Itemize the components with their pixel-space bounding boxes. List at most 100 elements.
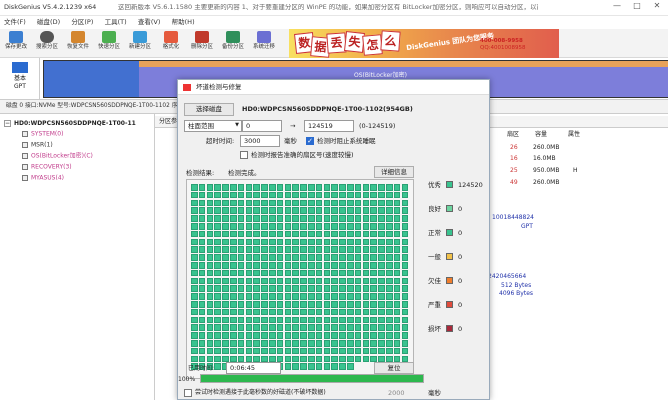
menu-help[interactable]: 帮助(H): [172, 19, 195, 26]
tree-item-system[interactable]: SYSTEM(0): [22, 131, 63, 138]
sector-cell: [198, 301, 206, 308]
legend-row: 严重 0: [428, 301, 486, 310]
sector-cell: [269, 223, 276, 230]
sector-cell: [378, 184, 385, 191]
tree-item-myasus[interactable]: MYASUS(4): [22, 175, 64, 182]
sector-cell: [292, 215, 299, 222]
sector-cell: [198, 230, 206, 238]
legend-name: 欠佳: [428, 277, 441, 285]
sector-cell: [222, 215, 229, 222]
sector-cell: [261, 324, 268, 331]
sector-cell: [237, 308, 245, 316]
sector-cell: [261, 301, 268, 308]
sector-cell: [308, 332, 315, 339]
toolbar-label: 系统迁移: [252, 44, 275, 50]
sector-cell: [276, 347, 284, 355]
report-sector-checkbox[interactable]: [240, 151, 248, 159]
system-migrate-button[interactable]: 系统迁移: [252, 30, 276, 57]
menu-disk[interactable]: 磁盘(D): [37, 19, 60, 26]
sector-cell: [370, 184, 377, 191]
partition-block-system[interactable]: [44, 61, 139, 97]
sector-cell: [261, 238, 268, 246]
dialog-app-icon: [183, 84, 191, 91]
range-type-select[interactable]: 柱面范围 ▼: [184, 120, 242, 132]
sector-cell: [245, 223, 253, 230]
sector-cell: [230, 223, 237, 230]
banner-char: 么: [380, 30, 401, 52]
sector-cell: [339, 324, 346, 331]
retry-unit: 毫秒: [428, 389, 441, 397]
sector-cell: [308, 301, 315, 308]
details-button[interactable]: 详细信息: [374, 166, 414, 178]
collapse-icon[interactable]: −: [4, 120, 11, 127]
reset-button[interactable]: 复位: [374, 362, 414, 374]
range-from-input[interactable]: 0: [242, 120, 282, 132]
sector-cell: [261, 269, 268, 277]
sector-cell: [253, 269, 260, 277]
detail-value: 2420465664: [488, 273, 527, 280]
sector-cell: [206, 285, 214, 292]
cell-capacity: 260.0MB: [533, 144, 560, 151]
sector-cell: [253, 285, 260, 292]
sector-cell: [269, 301, 276, 308]
tree-item-os[interactable]: OS(BitLocker加密)(C): [22, 153, 93, 160]
update-notice[interactable]: 这回新版本 V5.6.1.1580 主要更新的内容 1、对于要重建分区的 Win…: [118, 4, 538, 11]
sector-cell: [292, 340, 299, 347]
backup-partition-button[interactable]: 备份分区: [221, 30, 245, 57]
sector-cell: [347, 347, 354, 355]
sector-cell: [308, 207, 315, 214]
sector-cell: [276, 238, 284, 246]
sector-cell: [378, 285, 385, 292]
sector-cell: [284, 316, 292, 324]
sector-cell: [362, 316, 370, 324]
sector-cell: [331, 347, 338, 355]
menu-file[interactable]: 文件(F): [4, 19, 26, 26]
close-button[interactable]: ✕: [650, 2, 664, 14]
range-to-input[interactable]: 124519: [304, 120, 354, 132]
sector-cell: [284, 293, 292, 300]
search-partition-button[interactable]: 搜索分区: [35, 30, 59, 57]
sector-cell: [284, 332, 292, 339]
sector-cell: [362, 199, 370, 207]
sector-cell: [206, 238, 214, 246]
timeout-input[interactable]: 3000: [240, 135, 280, 147]
menu-view[interactable]: 查看(V): [138, 19, 161, 26]
sector-cell: [245, 246, 253, 253]
minimize-button[interactable]: —: [610, 2, 624, 14]
sector-cell: [292, 347, 299, 355]
disk-box[interactable]: 基本 GPT: [0, 58, 40, 100]
delete-partition-button[interactable]: 删除分区: [190, 30, 214, 57]
save-changes-button[interactable]: 保存更改: [4, 30, 28, 57]
sector-cell: [214, 215, 221, 222]
new-partition-button[interactable]: 新建分区: [128, 30, 152, 57]
sector-cell: [292, 191, 299, 199]
sector-cell: [401, 277, 409, 285]
sector-cell: [370, 230, 377, 238]
recover-files-button[interactable]: 恢复文件: [66, 30, 90, 57]
sector-cell: [323, 207, 331, 214]
format-button[interactable]: 格式化: [159, 30, 183, 57]
sector-cell: [300, 285, 307, 292]
sector-cell: [230, 347, 237, 355]
tree-item-msr[interactable]: MSR(1): [22, 142, 53, 149]
tree-item-recovery[interactable]: RECOVERY(3): [22, 164, 72, 171]
sector-cell: [206, 230, 214, 238]
sector-cell: [378, 207, 385, 214]
select-disk-button[interactable]: 选择磁盘: [184, 103, 234, 116]
sector-cell: [300, 316, 307, 324]
sector-cell: [191, 308, 198, 316]
sector-cell: [331, 269, 338, 277]
sector-cell: [284, 347, 292, 355]
sector-cell: [378, 301, 385, 308]
maximize-button[interactable]: □: [630, 2, 644, 14]
menu-tools[interactable]: 工具(T): [105, 19, 127, 26]
prevent-sleep-checkbox[interactable]: ✓: [306, 137, 314, 145]
sector-cell: [214, 238, 221, 246]
quick-partition-button[interactable]: 快速分区: [97, 30, 121, 57]
sector-cell: [393, 191, 401, 199]
retry-checkbox[interactable]: [184, 389, 192, 397]
menu-partition[interactable]: 分区(P): [71, 19, 93, 26]
tree-item-disk[interactable]: − HD0:WDPCSN560SDDPNQE-1T00-11: [4, 120, 136, 127]
sector-cell: [308, 199, 315, 207]
sector-cell: [276, 215, 284, 222]
